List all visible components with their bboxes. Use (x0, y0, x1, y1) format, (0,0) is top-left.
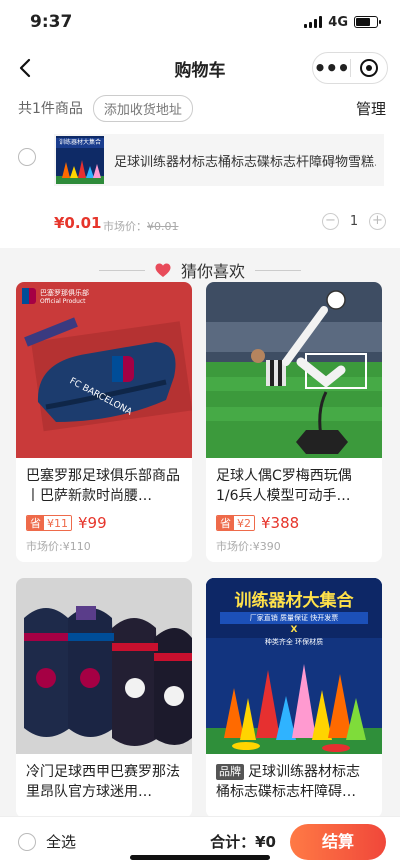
back-arrow-icon[interactable] (14, 56, 38, 80)
close-miniapp-icon[interactable] (351, 59, 388, 77)
select-all-radio[interactable] (18, 832, 36, 851)
recommend-title: 猜你喜欢 (180, 262, 245, 281)
network-type: 4G (328, 14, 348, 30)
miniapp-capsule: ••• (312, 52, 388, 84)
brand-text: 巴塞罗那俱乐部 (40, 289, 89, 297)
item-thumbnail: 训练器材大集合 (56, 136, 104, 184)
item-select-radio[interactable] (18, 148, 36, 166)
cart-page: 9:37 4G 购物车 ••• 共1件商品 添加收货地址 管理 训练器材大集合 … (0, 0, 400, 866)
cart-header: 共1件商品 添加收货地址 管理 (0, 92, 400, 124)
select-all-label[interactable]: 全选 (46, 831, 76, 852)
plus-button[interactable]: + (369, 213, 386, 230)
product-image (16, 578, 192, 754)
brand-tag: 品牌 (216, 764, 244, 780)
promo-subtitle: 种类齐全 环保材质 (264, 638, 324, 646)
status-bar: 9:37 4G (0, 0, 400, 44)
status-indicators: 4G (304, 14, 381, 30)
promo-x: X (290, 625, 298, 635)
minus-button[interactable]: − (322, 213, 339, 230)
product-name: 品牌 足球训练器材标志桶标志碟标志杆障碍… (216, 764, 360, 800)
promo-title: 训练器材大集合 (234, 591, 354, 611)
battery-icon (354, 16, 381, 28)
heart-icon (155, 263, 171, 277)
total-amount: 合计：¥0 (210, 833, 276, 851)
item-price: ¥0.01 (54, 214, 102, 232)
signal-icon (304, 16, 323, 28)
product-image (206, 282, 382, 458)
page-title: 购物车 (174, 60, 226, 81)
save-badge: 省 ¥11 (26, 515, 72, 531)
market-price: 市场价:¥390 (216, 540, 281, 553)
official-text: Official Product (40, 298, 86, 305)
home-indicator (130, 855, 270, 860)
status-time: 9:37 (30, 12, 73, 32)
product-name: 足球人偶C罗梅西玩偶1/6兵人模型可动手… (216, 468, 352, 504)
nav-bar: 购物车 ••• (0, 44, 400, 92)
more-icon[interactable]: ••• (313, 54, 350, 82)
cones-image (56, 160, 104, 184)
quantity-stepper: − 1 + (322, 213, 386, 230)
cart-item: 训练器材大集合 足球训练器材标志桶标志碟标志杆障碍物雪糕… ¥0.01 市场价：… (0, 124, 400, 248)
item-market-price: 市场价：¥0.01 (103, 220, 179, 233)
product-card[interactable]: 足球人偶C罗梅西玩偶1/6兵人模型可动手… 省 ¥2 ¥388 市场价:¥390 (206, 282, 382, 562)
product-image: 训练器材大集合 厂家直销 质量保证 快开发票 X 种类齐全 环保材质 (206, 578, 382, 754)
product-card[interactable]: 冷门足球西甲巴赛罗那法里昂队官方球迷用… (16, 578, 192, 818)
product-price: ¥99 (78, 514, 107, 532)
item-title: 足球训练器材标志桶标志碟标志杆障碍物雪糕… (114, 154, 376, 170)
product-price: ¥388 (261, 514, 300, 532)
promo-tags: 厂家直销 质量保证 快开发票 (249, 614, 339, 622)
quantity-value: 1 (349, 214, 359, 229)
product-card[interactable]: 训练器材大集合 厂家直销 质量保证 快开发票 X 种类齐全 环保材质 品牌 足球训… (206, 578, 382, 818)
product-image: 巴塞罗那俱乐部 Official Product FC BARCELONA (16, 282, 192, 458)
product-name: 巴塞罗那足球俱乐部商品丨巴萨新款时尚腰… (26, 468, 180, 504)
product-card[interactable]: 巴塞罗那俱乐部 Official Product FC BARCELONA 巴塞… (16, 282, 192, 562)
save-badge: 省 ¥2 (216, 515, 255, 531)
add-address-button[interactable]: 添加收货地址 (92, 94, 193, 122)
manage-button[interactable]: 管理 (356, 98, 386, 119)
item-count: 共1件商品 (18, 101, 83, 117)
checkout-button[interactable]: 结算 (290, 823, 386, 860)
product-name: 冷门足球西甲巴赛罗那法里昂队官方球迷用… (26, 764, 180, 800)
cart-item-info[interactable]: 训练器材大集合 足球训练器材标志桶标志碟标志杆障碍物雪糕… (54, 134, 384, 186)
market-price: 市场价:¥110 (26, 540, 91, 553)
